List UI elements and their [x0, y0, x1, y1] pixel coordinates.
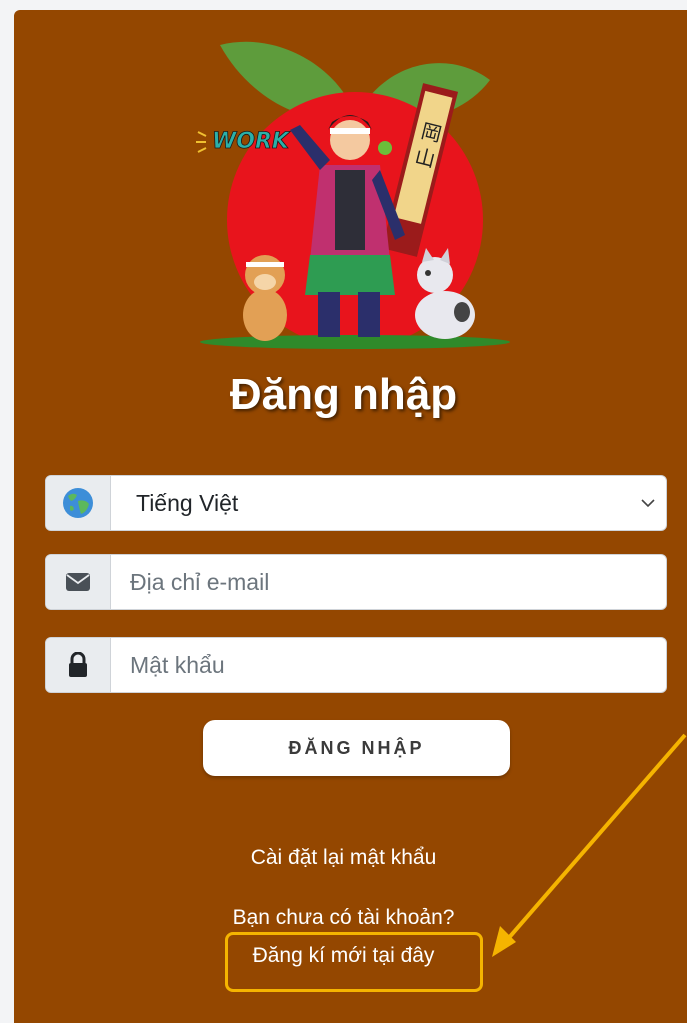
email-addon	[46, 555, 111, 609]
chevron-down-icon	[641, 499, 655, 508]
password-field[interactable]: Mật khẩu	[45, 637, 667, 693]
envelope-icon	[66, 573, 90, 591]
email-field[interactable]: Địa chỉ e-mail	[45, 554, 667, 610]
work-badge: WORK	[196, 129, 291, 154]
monkey-figure	[243, 255, 287, 341]
ground-shape	[200, 335, 510, 349]
password-addon	[46, 638, 111, 692]
lock-icon	[69, 652, 87, 677]
register-highlight-box	[225, 932, 483, 992]
password-placeholder: Mật khẩu	[130, 651, 225, 678]
language-select-value: Tiếng Việt	[136, 489, 239, 516]
work-badge-text: WORK	[212, 129, 291, 154]
login-button[interactable]: ĐĂNG NHẬP	[203, 720, 510, 776]
language-select[interactable]: Tiếng Việt	[45, 475, 667, 531]
annotation-arrow	[492, 733, 687, 957]
hero-illustration: WORK 岡 山	[196, 41, 510, 349]
language-addon	[46, 476, 111, 530]
globe-icon	[63, 488, 93, 518]
email-placeholder: Địa chỉ e-mail	[130, 568, 270, 595]
page-title: Đăng nhập	[229, 370, 458, 419]
